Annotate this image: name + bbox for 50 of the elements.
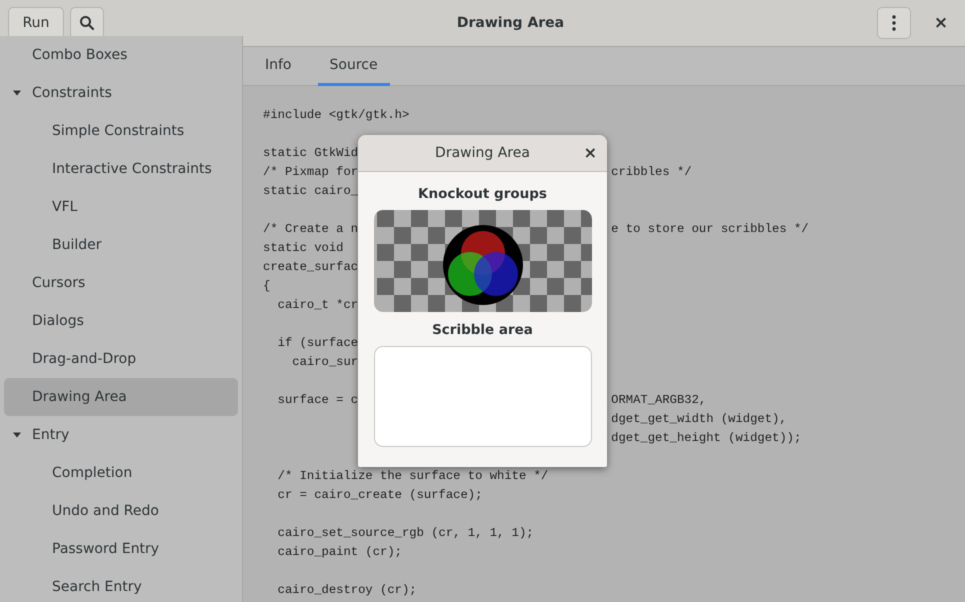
code-line: cairo_set_source_rgb (cr, 1, 1, 1);: [276, 526, 534, 540]
code-line: surface = c: [276, 393, 358, 407]
search-button[interactable]: [70, 7, 104, 39]
code-line: static cairo_: [263, 184, 358, 198]
code-line: /* Initialize the surface to white */: [276, 469, 548, 483]
code-line: #include <gtk/gtk.h>: [263, 108, 410, 122]
sidebar-item[interactable]: Constraints: [4, 74, 238, 112]
sidebar-item[interactable]: Dialogs: [4, 302, 238, 340]
section-label: Scribble area: [432, 322, 533, 338]
close-button[interactable]: ×: [584, 143, 597, 162]
sidebar-item[interactable]: Interactive Constraints: [4, 150, 238, 188]
dialog-title: Drawing Area: [435, 145, 530, 161]
code-line: cairo_sur: [291, 355, 358, 369]
code-line: /* Create a n: [263, 222, 358, 236]
code-line: cairo_destroy (cr);: [276, 583, 417, 597]
tab[interactable]: Source: [318, 47, 390, 86]
window-title: Drawing Area: [456, 15, 566, 31]
code-line: ORMAT_ARGB32,: [611, 392, 706, 409]
sidebar-item[interactable]: Combo Boxes: [4, 36, 238, 74]
menu-icon: [892, 15, 896, 31]
sidebar-item[interactable]: Undo and Redo: [4, 492, 238, 530]
sidebar-item[interactable]: Cursors: [4, 264, 238, 302]
sidebar-item[interactable]: Completion: [4, 454, 238, 492]
sidebar-item[interactable]: VFL: [4, 188, 238, 226]
code-line: static void: [263, 241, 344, 255]
section-label: Knockout groups: [418, 186, 547, 202]
code-line: {: [263, 279, 270, 293]
search-icon: [79, 15, 95, 31]
sidebar-item[interactable]: Simple Constraints: [4, 112, 238, 150]
sidebar-item[interactable]: Password Entry: [4, 530, 238, 568]
menu-button[interactable]: [877, 7, 911, 39]
code-line: static GtkWid: [263, 146, 358, 160]
run-button[interactable]: Run: [8, 7, 64, 39]
code-line: if (surface: [276, 336, 358, 350]
tab[interactable]: Info: [253, 47, 304, 86]
code-line: create_surfac: [263, 260, 358, 274]
sidebar-item[interactable]: Drag-and-Drop: [4, 340, 238, 378]
code-line: /* Pixmap for: [263, 165, 358, 179]
sidebar-item[interactable]: Search Entry: [4, 568, 238, 602]
sidebar-item[interactable]: Drawing Area: [4, 378, 238, 416]
code-line: dget_get_width (widget),: [611, 411, 787, 428]
sidebar-item[interactable]: Entry: [4, 416, 238, 454]
code-line: cribbles */: [611, 164, 692, 181]
code-line: cairo_paint (cr);: [276, 545, 402, 559]
code-line: cairo_t *cr: [276, 298, 358, 312]
code-line: e to store our scribbles */: [611, 221, 809, 238]
code-line: dget_get_height (widget));: [611, 430, 802, 447]
close-button[interactable]: ×: [931, 13, 951, 33]
sidebar-item[interactable]: Builder: [4, 226, 238, 264]
code-line: cr = cairo_create (surface);: [276, 488, 482, 502]
